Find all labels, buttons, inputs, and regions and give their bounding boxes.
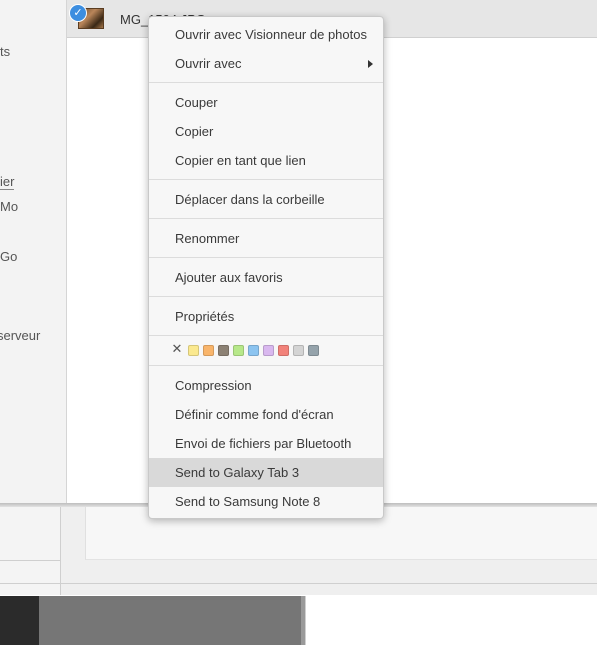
sidebar-item-label[interactable]: ier	[0, 174, 15, 190]
background-panel	[305, 596, 597, 645]
menu-item-copy[interactable]: Copier	[149, 117, 383, 146]
menu-item-label: Send to Samsung Note 8	[175, 494, 321, 509]
menu-separator	[149, 82, 383, 83]
sidebar-item-label[interactable]: ts	[0, 44, 10, 59]
color-tag-green[interactable]	[233, 345, 244, 356]
submenu-arrow-icon	[368, 60, 373, 68]
menu-item-set-as-wallpaper[interactable]: Définir comme fond d'écran	[149, 400, 383, 429]
taskbar-preview	[39, 596, 301, 645]
menu-item-label: Copier en tant que lien	[175, 153, 306, 168]
menu-item-properties[interactable]: Propriétés	[149, 302, 383, 331]
menu-item-label: Définir comme fond d'écran	[175, 407, 334, 422]
color-tag-yellow[interactable]	[188, 345, 199, 356]
background-window	[0, 507, 597, 595]
menu-item-copy-as-link[interactable]: Copier en tant que lien	[149, 146, 383, 175]
close-icon[interactable]: ✕	[171, 343, 183, 356]
menu-item-label: Propriétés	[175, 309, 235, 324]
menu-separator	[149, 257, 383, 258]
color-tag-brown[interactable]	[218, 345, 229, 356]
menu-item-open-with-photo-viewer[interactable]: Ouvrir avec Visionneur de photos	[149, 20, 383, 49]
menu-item-compression[interactable]: Compression	[149, 371, 383, 400]
menu-item-open-with[interactable]: Ouvrir avec	[149, 49, 383, 78]
taskbar-dark-area	[0, 596, 39, 645]
sidebar-item-label[interactable]: Mo	[0, 199, 18, 214]
menu-item-label: Couper	[175, 95, 218, 110]
color-tag-gray[interactable]	[293, 345, 304, 356]
sidebar-item-label[interactable]: Go	[0, 249, 17, 264]
divider	[0, 583, 597, 584]
menu-item-send-to-galaxy-tab-3[interactable]: Send to Galaxy Tab 3	[149, 458, 383, 487]
background-window-sidebar	[0, 507, 61, 595]
color-tag-purple[interactable]	[263, 345, 274, 356]
menu-item-add-to-favorites[interactable]: Ajouter aux favoris	[149, 263, 383, 292]
menu-item-cut[interactable]: Couper	[149, 88, 383, 117]
menu-item-send-to-samsung-note-8[interactable]: Send to Samsung Note 8	[149, 487, 383, 516]
color-tag-slate[interactable]	[308, 345, 319, 356]
menu-separator	[149, 296, 383, 297]
color-tag-red[interactable]	[278, 345, 289, 356]
color-tag-orange[interactable]	[203, 345, 214, 356]
menu-item-label: Ajouter aux favoris	[175, 270, 283, 285]
menu-separator	[149, 335, 383, 336]
menu-separator	[149, 179, 383, 180]
divider	[0, 560, 60, 561]
menu-separator	[149, 218, 383, 219]
context-menu: Ouvrir avec Visionneur de photos Ouvrir …	[148, 16, 384, 519]
check-icon[interactable]: ✓	[69, 4, 87, 22]
menu-separator	[149, 365, 383, 366]
sidebar-item-label[interactable]: serveur	[0, 328, 40, 343]
color-tag-row: ✕	[149, 337, 383, 365]
menu-item-label: Ouvrir avec Visionneur de photos	[175, 27, 367, 42]
menu-item-label: Copier	[175, 124, 214, 139]
menu-item-label: Compression	[175, 378, 252, 393]
menu-item-label: Renommer	[175, 231, 240, 246]
menu-item-send-via-bluetooth[interactable]: Envoi de fichiers par Bluetooth	[149, 429, 383, 458]
sidebar: ts ier Mo Go serveur	[0, 0, 67, 503]
menu-item-label: Déplacer dans la corbeille	[175, 192, 325, 207]
menu-item-rename[interactable]: Renommer	[149, 224, 383, 253]
color-tag-blue[interactable]	[248, 345, 259, 356]
menu-item-label: Send to Galaxy Tab 3	[175, 465, 300, 480]
menu-item-label: Envoi de fichiers par Bluetooth	[175, 436, 352, 451]
menu-item-label: Ouvrir avec	[175, 56, 242, 71]
menu-item-move-to-trash[interactable]: Déplacer dans la corbeille	[149, 185, 383, 214]
